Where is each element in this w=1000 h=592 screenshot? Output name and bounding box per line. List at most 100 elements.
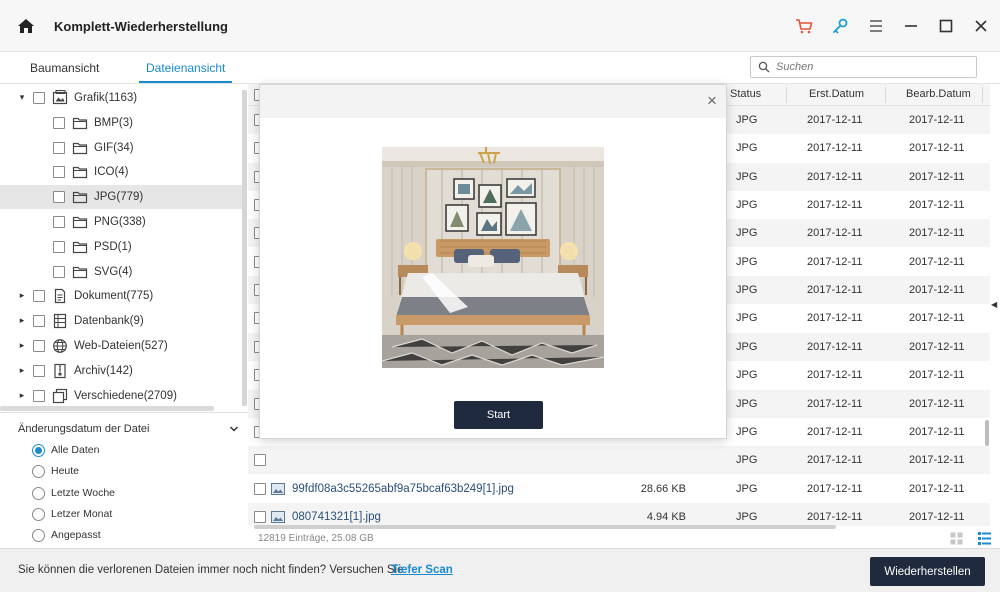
row-checkbox[interactable] xyxy=(254,454,266,467)
file-status: JPG xyxy=(736,170,758,183)
collapse-panel-icon[interactable]: ◀ xyxy=(991,300,997,309)
tree-item-checkbox[interactable] xyxy=(33,364,45,377)
tree-item[interactable]: ▸ Dokument(775) xyxy=(0,284,242,308)
tree-item-checkbox[interactable] xyxy=(33,290,45,303)
tree-item-label: BMP(3) xyxy=(94,116,133,129)
tree-item-checkbox[interactable] xyxy=(33,92,45,104)
tree-item[interactable]: ▸ Web-Dateien(527) xyxy=(0,334,242,358)
file-created-date: 2017-12-11 xyxy=(807,170,863,183)
file-created-date: 2017-12-11 xyxy=(807,227,863,240)
column-modified-date[interactable]: Bearb.Datum xyxy=(906,88,971,100)
tree-item[interactable]: JPG(779) xyxy=(0,185,242,210)
tree-item-checkbox[interactable] xyxy=(53,141,65,154)
tab-tree-view[interactable]: Baumansicht xyxy=(30,61,99,75)
file-status: JPG xyxy=(736,369,758,382)
close-icon[interactable] xyxy=(971,16,991,36)
radio-label: Letzer Monat xyxy=(51,507,113,520)
file-name: 080741321[1].jpg xyxy=(292,510,381,523)
tree-item-checkbox[interactable] xyxy=(53,216,65,228)
chevron-right-icon[interactable]: ▸ xyxy=(17,390,27,400)
tree-item-label: JPG(779) xyxy=(94,191,144,204)
file-modified-date: 2017-12-11 xyxy=(909,425,965,438)
category-tree: ▾ Grafik(1163) BMP(3) GIF(34) ICO(4) JPG(779)… xyxy=(0,84,248,410)
file-modified-date: 2017-12-11 xyxy=(909,369,965,382)
tree-vertical-scrollbar[interactable] xyxy=(242,90,247,406)
close-preview-icon[interactable]: × xyxy=(704,92,720,110)
tree-item-checkbox[interactable] xyxy=(53,191,65,204)
start-button[interactable]: Start xyxy=(454,401,543,429)
tree-item[interactable]: ▾ Grafik(1163) xyxy=(0,86,242,110)
tree-item[interactable]: ▸ Archiv(142) xyxy=(0,359,242,383)
tree-horizontal-scrollbar[interactable] xyxy=(0,406,214,411)
table-horizontal-scrollbar[interactable] xyxy=(254,525,836,529)
maximize-icon[interactable] xyxy=(936,16,956,36)
database-icon xyxy=(52,313,68,329)
app-title: Komplett-Wiederherstellung xyxy=(54,19,228,34)
tree-item[interactable]: ▸ Datenbank(9) xyxy=(0,309,242,333)
file-modified-date: 2017-12-11 xyxy=(909,454,965,467)
key-icon[interactable] xyxy=(830,16,850,36)
tree-item[interactable]: BMP(3) xyxy=(0,111,242,135)
tree-item[interactable]: SVG(4) xyxy=(0,260,242,284)
file-status: JPG xyxy=(736,510,758,523)
tree-item-checkbox[interactable] xyxy=(53,116,65,129)
radio-button[interactable] xyxy=(32,444,45,457)
tree-item-checkbox[interactable] xyxy=(33,315,45,328)
column-created-date[interactable]: Erst.Datum xyxy=(809,88,864,100)
radio-button[interactable] xyxy=(32,507,45,521)
tree-item-label: SVG(4) xyxy=(94,265,133,278)
tree-item-checkbox[interactable] xyxy=(33,389,45,402)
list-view-icon[interactable] xyxy=(978,532,991,545)
chevron-right-icon[interactable]: ▸ xyxy=(17,365,27,375)
recover-button[interactable]: Wiederherstellen xyxy=(870,557,985,586)
chevron-down-icon[interactable]: ▾ xyxy=(17,92,27,102)
column-status[interactable]: Status xyxy=(730,88,761,100)
tree-item-checkbox[interactable] xyxy=(33,340,45,352)
filter-title: Änderungsdatum der Datei xyxy=(18,423,150,435)
tree-item-label: Grafik(1163) xyxy=(74,92,138,104)
tree-item-checkbox[interactable] xyxy=(53,265,65,278)
file-modified-date: 2017-12-11 xyxy=(909,142,965,155)
folder-icon xyxy=(72,264,88,280)
home-icon[interactable] xyxy=(16,16,36,36)
table-vertical-scrollbar[interactable] xyxy=(985,420,989,446)
tab-file-view[interactable]: Dateienansicht xyxy=(146,61,225,75)
search-box[interactable] xyxy=(750,56,977,78)
tree-item[interactable]: GIF(34) xyxy=(0,136,242,160)
tree-item-checkbox[interactable] xyxy=(53,166,65,179)
search-input[interactable] xyxy=(776,59,971,75)
file-modified-date: 2017-12-11 xyxy=(909,482,965,495)
radio-button[interactable] xyxy=(32,486,45,500)
table-row[interactable]: 99fdf08a3c55265abf9a75bcaf63b249[1].jpg 2… xyxy=(248,475,990,503)
table-row[interactable]: 080741321[1].jpg 4.94 KB JPG 2017-12-11 2017… xyxy=(248,502,990,526)
tree-item[interactable]: PSD(1) xyxy=(0,235,242,259)
radio-button[interactable] xyxy=(32,529,45,543)
file-status: JPG xyxy=(736,397,758,410)
file-status: JPG xyxy=(736,312,758,325)
row-checkbox[interactable] xyxy=(254,510,266,523)
tree-item-checkbox[interactable] xyxy=(53,240,65,253)
file-created-date: 2017-12-11 xyxy=(807,454,863,467)
file-status: JPG xyxy=(736,199,758,212)
file-status: JPG xyxy=(736,255,758,268)
folder-icon xyxy=(72,115,88,131)
tree-item[interactable]: ICO(4) xyxy=(0,160,242,184)
row-checkbox[interactable] xyxy=(254,482,266,495)
chevron-right-icon[interactable]: ▸ xyxy=(17,340,27,350)
chevron-right-icon[interactable]: ▸ xyxy=(17,290,27,300)
tree-item[interactable]: PNG(338) xyxy=(0,210,242,234)
cart-icon[interactable] xyxy=(794,16,814,36)
file-status: JPG xyxy=(736,114,758,126)
tree-item[interactable]: ▸ Verschiedene(2709) xyxy=(0,384,242,408)
tree-item-label: Dokument(775) xyxy=(74,290,154,303)
chevron-down-icon[interactable] xyxy=(229,423,239,433)
minimize-icon[interactable] xyxy=(901,16,921,36)
grid-view-icon[interactable] xyxy=(950,532,963,545)
menu-icon[interactable] xyxy=(866,16,886,36)
radio-button[interactable] xyxy=(32,465,45,479)
table-row[interactable]: JPG 2017-12-11 2017-12-11 xyxy=(248,446,990,475)
file-modified-date: 2017-12-11 xyxy=(909,255,965,268)
deep-scan-link[interactable]: Tiefer Scan xyxy=(391,564,453,576)
file-status: JPG xyxy=(736,340,758,353)
chevron-right-icon[interactable]: ▸ xyxy=(17,315,27,325)
